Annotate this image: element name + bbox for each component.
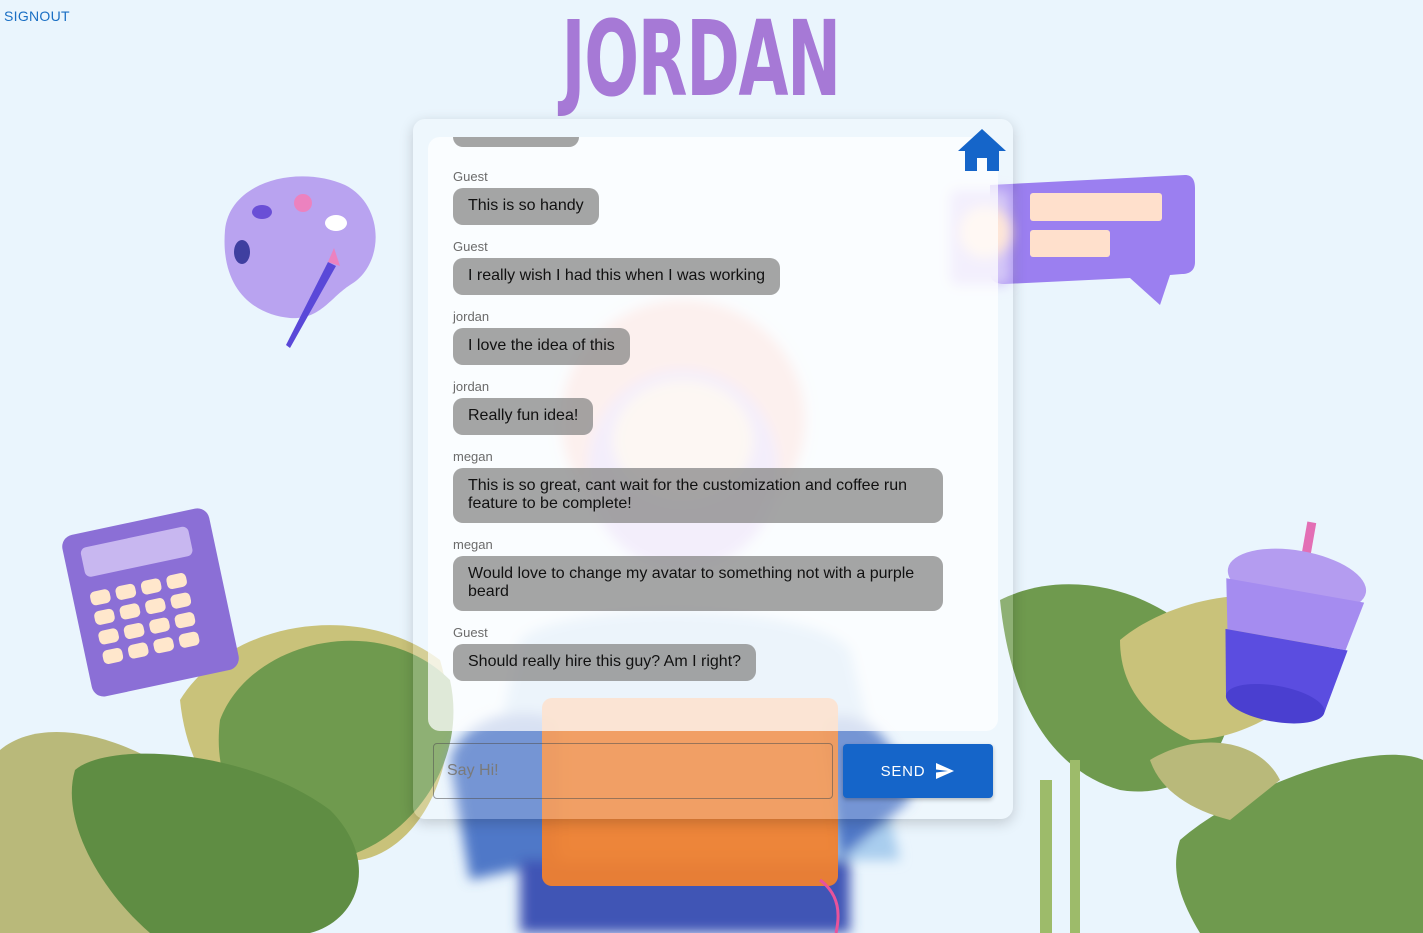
message-input[interactable] (433, 743, 833, 799)
message-sender: Guest (453, 239, 488, 254)
send-icon (936, 763, 955, 779)
message-bubble: Really fun idea! (453, 398, 594, 435)
message-bubble: Would love to change my avatar to someth… (453, 556, 943, 611)
page-title: JORDAN (561, 0, 841, 120)
calculator-illustration (62, 508, 239, 697)
message-sender: megan (453, 537, 493, 552)
message-bubble: ... (453, 137, 579, 147)
list-item: Guest Should really hire this guy? Am I … (453, 625, 973, 681)
signout-link[interactable]: SIGNOUT (4, 8, 70, 24)
message-bubble: I really wish I had this when I was work… (453, 258, 781, 295)
message-bubble: I love the idea of this (453, 328, 630, 365)
message-bubble: This is so handy (453, 188, 599, 225)
message-sender: megan (453, 449, 493, 464)
home-icon (958, 129, 1006, 171)
list-item: Guest I really wish I had this when I wa… (453, 239, 973, 295)
chat-panel: ... Guest This is so handy Guest I reall… (413, 119, 1013, 819)
home-button[interactable] (956, 127, 1008, 173)
message-sender: jordan (453, 309, 490, 324)
message-bubble: Should really hire this guy? Am I right? (453, 644, 757, 681)
message-sender: Guest (453, 625, 488, 640)
list-item: megan This is so great, cant wait for th… (453, 449, 973, 523)
message-bubble: This is so great, cant wait for the cust… (453, 468, 943, 523)
list-item: megan Would love to change my avatar to … (453, 537, 973, 611)
list-item: Guest This is so handy (453, 169, 973, 225)
list-item: jordan I love the idea of this (453, 309, 973, 365)
send-button[interactable]: SEND (843, 744, 993, 798)
list-item: jordan Really fun idea! (453, 379, 973, 435)
coffee-cup-illustration (1225, 521, 1367, 724)
send-label: SEND (880, 762, 926, 780)
message-list[interactable]: ... Guest This is so handy Guest I reall… (428, 137, 998, 731)
message-sender: jordan (453, 379, 490, 394)
message-sender: Guest (453, 169, 488, 184)
palette-illustration (224, 176, 376, 348)
